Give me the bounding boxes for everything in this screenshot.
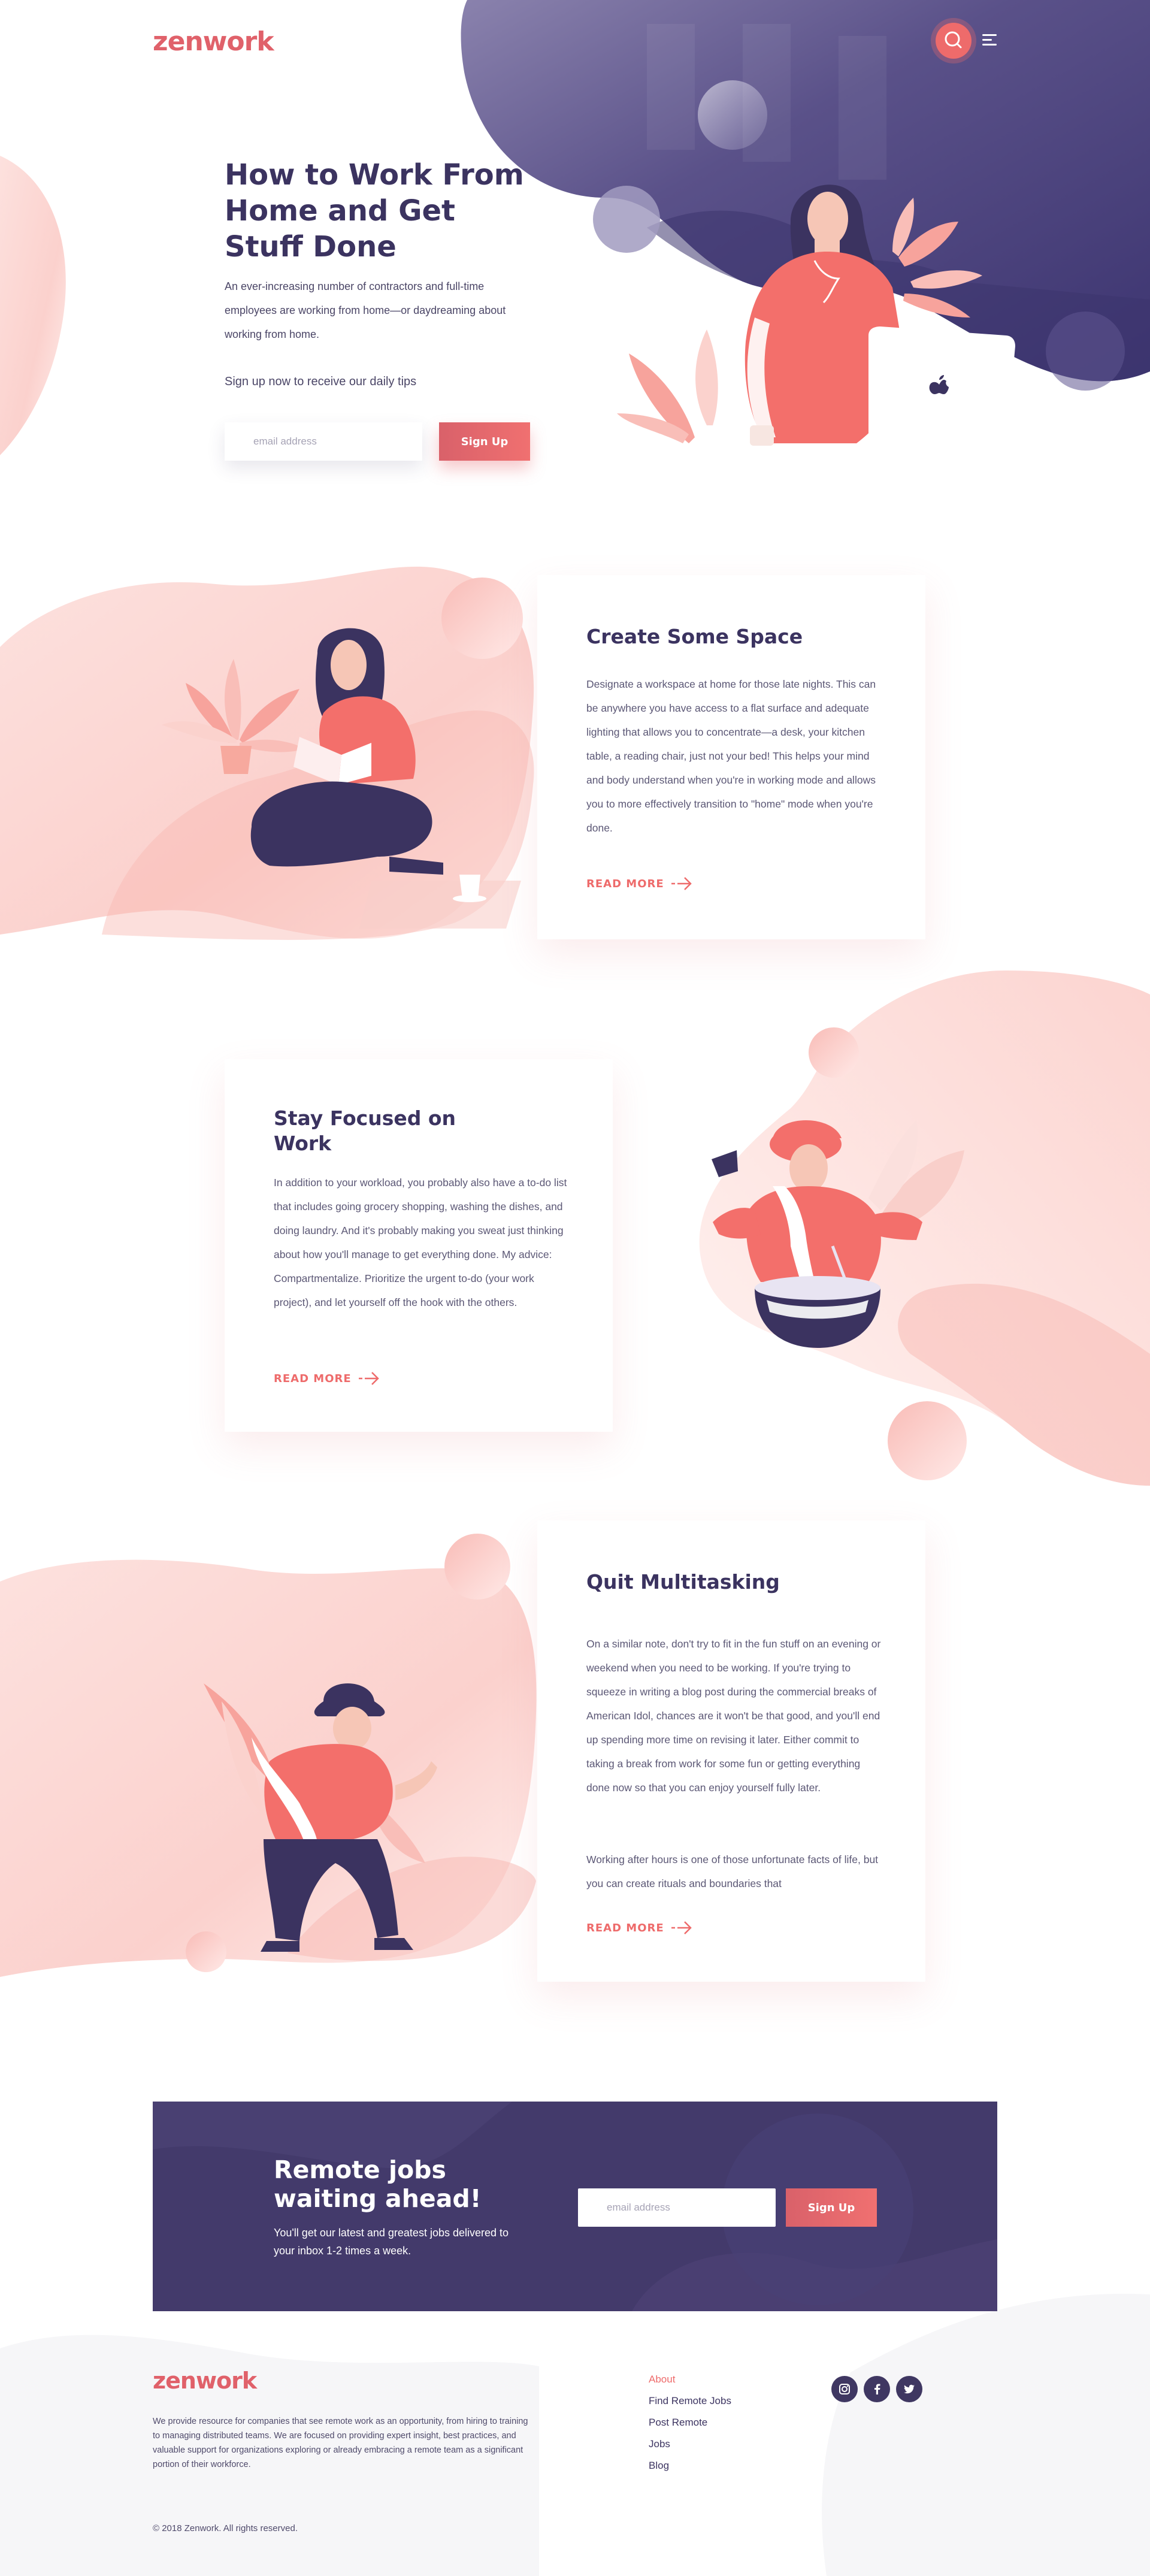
- footer-link-post-remote[interactable]: Post Remote: [649, 2417, 707, 2429]
- instagram-icon: [839, 2384, 850, 2394]
- section-body: Designate a workspace at home for those …: [586, 678, 876, 834]
- copyright: © 2018 Zenwork. All rights reserved.: [153, 2523, 298, 2533]
- hero-description: An ever-increasing number of contractors…: [225, 280, 506, 340]
- facebook-icon: [874, 2384, 880, 2394]
- person-multitasking-illustration: [204, 1683, 437, 1952]
- footer-link-about[interactable]: About: [649, 2374, 675, 2385]
- arrow-right-icon[interactable]: [670, 1919, 694, 1937]
- banner-signup-button[interactable]: Sign Up: [786, 2188, 877, 2227]
- section-card-quit-multitasking: Quit Multitasking On a similar note, don…: [537, 1520, 925, 1982]
- search-icon: [945, 31, 962, 49]
- banner-subtitle: You'll get our latest and greatest jobs …: [274, 2227, 509, 2257]
- twitter-icon: [904, 2384, 915, 2394]
- section-body: In addition to your workload, you probab…: [274, 1177, 567, 1308]
- banner-title: Remote jobs waiting ahead!: [274, 2155, 482, 2213]
- footer-link-find-remote-jobs[interactable]: Find Remote Jobs: [649, 2395, 731, 2407]
- person-cooking-illustration: [712, 1120, 964, 1348]
- section-body-continued: Working after hours is one of those unfo…: [586, 1854, 879, 1889]
- section-card-create-space: Create Some Space Designate a workspace …: [537, 575, 925, 939]
- section-title: Create Some Space: [586, 625, 803, 648]
- arrow-right-icon[interactable]: [670, 875, 694, 893]
- banner-email-input[interactable]: [578, 2188, 776, 2227]
- logo[interactable]: zenwork: [153, 26, 274, 57]
- hero-signup-prompt: Sign up now to receive our daily tips: [225, 375, 417, 388]
- section-title: Stay Focused on Work: [274, 1106, 456, 1155]
- hero-signup-button[interactable]: Sign Up: [439, 422, 530, 461]
- instagram-button[interactable]: [831, 2376, 858, 2402]
- newsletter-banner: Remote jobs waiting ahead! You'll get ou…: [153, 2102, 997, 2311]
- hero-email-input[interactable]: [225, 422, 422, 461]
- menu-icon: [981, 31, 999, 49]
- read-more-link[interactable]: READ MORE: [586, 878, 664, 890]
- twitter-button[interactable]: [896, 2376, 922, 2402]
- section-body: On a similar note, don't try to fit in t…: [586, 1638, 881, 1794]
- menu-button[interactable]: [981, 31, 999, 49]
- arrow-right-icon[interactable]: [358, 1369, 382, 1387]
- hero-title: How to Work From Home and Get Stuff Done: [225, 158, 524, 264]
- facebook-button[interactable]: [864, 2376, 890, 2402]
- section-card-stay-focused: Stay Focused on Work In addition to your…: [225, 1059, 613, 1432]
- footer-link-blog[interactable]: Blog: [649, 2460, 669, 2472]
- read-more-link[interactable]: READ MORE: [586, 1922, 664, 1934]
- woman-reading-illustration: [162, 628, 521, 929]
- footer-link-jobs[interactable]: Jobs: [649, 2438, 670, 2450]
- read-more-link[interactable]: READ MORE: [274, 1372, 352, 1385]
- footer-logo[interactable]: zenwork: [153, 2368, 257, 2394]
- section-title: Quit Multitasking: [586, 1570, 780, 1594]
- footer-description: We provide resource for companies that s…: [153, 2417, 528, 2469]
- woman-laptop-illustration: [617, 185, 1015, 446]
- search-button[interactable]: [936, 23, 972, 59]
